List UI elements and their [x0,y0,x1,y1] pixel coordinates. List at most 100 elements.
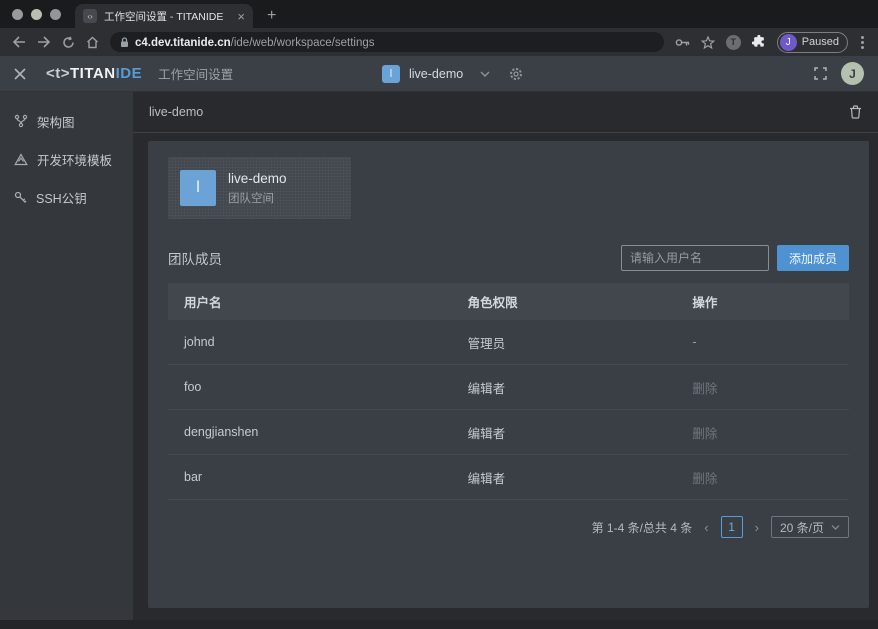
workspace-card-name: live-demo [228,171,287,186]
browser-tabstrip: ‹› 工作空间设置 - TITANIDE × + [0,0,878,28]
sidebar-item-label: SSH公钥 [36,188,87,207]
password-key-icon[interactable] [675,38,690,47]
main-band: 架构图 开发环境模板 SSH公钥 live-demo [0,92,878,620]
cell-role: 编辑者 [468,378,693,397]
sidebar-item-ssh-key[interactable]: SSH公钥 [0,178,133,216]
workspace-card-avatar: l [180,170,216,206]
chevron-down-icon[interactable] [480,71,490,77]
browser-profile-chip[interactable]: J Paused [777,32,848,53]
macos-traffic-lights [0,0,75,28]
url-host: c4.dev.titanide.cn [135,37,231,49]
add-member-button[interactable]: 添加成员 [777,245,849,271]
template-icon [14,153,28,166]
sidebar-item-architecture[interactable]: 架构图 [0,102,133,140]
titanide-logo: <t>TITANIDE [46,65,142,82]
bookmark-star-icon[interactable] [701,36,715,49]
url-path: /ide/web/workspace/settings [231,37,375,49]
new-tab-button[interactable]: + [267,7,276,28]
table-header-row: 用户名 角色权限 操作 [168,283,849,320]
delete-member-link[interactable]: 删除 [692,423,849,442]
cell-username: dengjianshen [168,425,468,439]
pagination-summary: 第 1-4 条/总共 4 条 [592,519,693,536]
url-bar[interactable]: c4.dev.titanide.cn/ide/web/workspace/set… [110,32,664,52]
extensions-puzzle-icon[interactable] [752,35,766,49]
table-row: foo 编辑者 删除 [168,365,849,410]
delete-member-link[interactable]: 删除 [692,378,849,397]
profile-avatar: J [780,34,797,51]
browser-window: ‹› 工作空间设置 - TITANIDE × + c4.dev.titanide… [0,0,878,629]
cell-role: 管理员 [468,333,693,352]
members-table: 用户名 角色权限 操作 johnd 管理员 - foo 编辑者 删除 [168,283,849,500]
tab-favicon-icon: ‹› [83,9,97,23]
col-header-username: 用户名 [168,292,468,311]
browser-tab-active[interactable]: ‹› 工作空间设置 - TITANIDE × [75,4,253,28]
table-row: johnd 管理员 - [168,320,849,365]
settings-panel: l live-demo 团队空间 团队成员 添加成员 用户名 [148,141,869,608]
pagination: 第 1-4 条/总共 4 条 ‹ 1 › 20 条/页 [168,516,849,538]
fullscreen-icon[interactable] [814,67,827,80]
fork-icon [14,114,28,128]
cell-username: foo [168,380,468,394]
chevron-down-icon [831,525,840,530]
app-close-icon[interactable] [14,68,26,80]
team-members-actions: 添加成员 [621,245,849,271]
cell-role: 编辑者 [468,468,693,487]
page-size-select[interactable]: 20 条/页 [771,516,849,538]
cell-action: - [692,335,849,349]
sync-paused-label: Paused [802,36,839,48]
breadcrumb-row: live-demo [133,92,878,133]
sidebar: 架构图 开发环境模板 SSH公钥 [0,92,133,620]
tab-title: 工作空间设置 - TITANIDE [104,9,230,24]
gear-icon[interactable] [509,67,523,81]
window-bottom-strip [0,620,878,629]
username-input[interactable] [621,245,769,271]
cell-username: bar [168,470,468,484]
home-icon[interactable] [86,36,99,49]
page-title: 工作空间设置 [158,64,233,83]
browser-menu-icon[interactable] [859,36,866,49]
logo-accent: IDE [116,65,143,82]
minimize-window-icon[interactable] [31,9,42,20]
next-page-icon[interactable]: › [753,520,761,535]
col-header-role: 角色权限 [468,292,693,311]
team-members-title: 团队成员 [168,248,222,268]
table-row: bar 编辑者 删除 [168,455,849,500]
team-members-header: 团队成员 添加成员 [168,245,849,271]
col-header-action: 操作 [692,292,849,311]
workspace-switcher[interactable]: l live-demo [382,56,523,92]
content-area: live-demo l live-demo 团队空间 团队成员 [133,92,878,620]
logo-main: TITAN [70,65,116,82]
url-text: c4.dev.titanide.cn/ide/web/workspace/set… [135,33,374,51]
user-avatar[interactable]: J [841,62,864,85]
app-header-right: J [814,62,864,85]
delete-member-link[interactable]: 删除 [692,468,849,487]
close-window-icon[interactable] [12,9,23,20]
delete-workspace-trash-icon[interactable] [849,105,862,119]
tab-close-icon[interactable]: × [237,10,245,23]
sidebar-item-label: 开发环境模板 [37,150,112,169]
sidebar-item-dev-template[interactable]: 开发环境模板 [0,140,133,178]
cell-username: johnd [168,335,468,349]
forward-icon[interactable] [37,36,51,48]
extension-badge-icon[interactable]: T [726,35,741,50]
workspace-card-type: 团队空间 [228,190,287,206]
reload-icon[interactable] [62,36,75,49]
page-size-value: 20 条/页 [780,519,824,536]
workspace-card-text: live-demo 团队空间 [228,171,287,206]
app-header: <t>TITANIDE 工作空间设置 l live-demo J [0,56,878,92]
browser-toolbar: c4.dev.titanide.cn/ide/web/workspace/set… [0,28,878,56]
key-icon [14,191,27,204]
workspace-name: live-demo [409,67,463,81]
prev-page-icon[interactable]: ‹ [702,520,710,535]
page-number-button[interactable]: 1 [721,516,743,538]
back-icon[interactable] [12,36,26,48]
lock-icon [120,37,129,48]
zoom-window-icon[interactable] [50,9,61,20]
breadcrumb: live-demo [149,105,203,119]
logo-prefix: <t> [46,65,70,82]
cell-role: 编辑者 [468,423,693,442]
table-row: dengjianshen 编辑者 删除 [168,410,849,455]
workspace-card: l live-demo 团队空间 [168,157,351,219]
sidebar-item-label: 架构图 [37,112,75,131]
workspace-badge: l [382,65,400,83]
